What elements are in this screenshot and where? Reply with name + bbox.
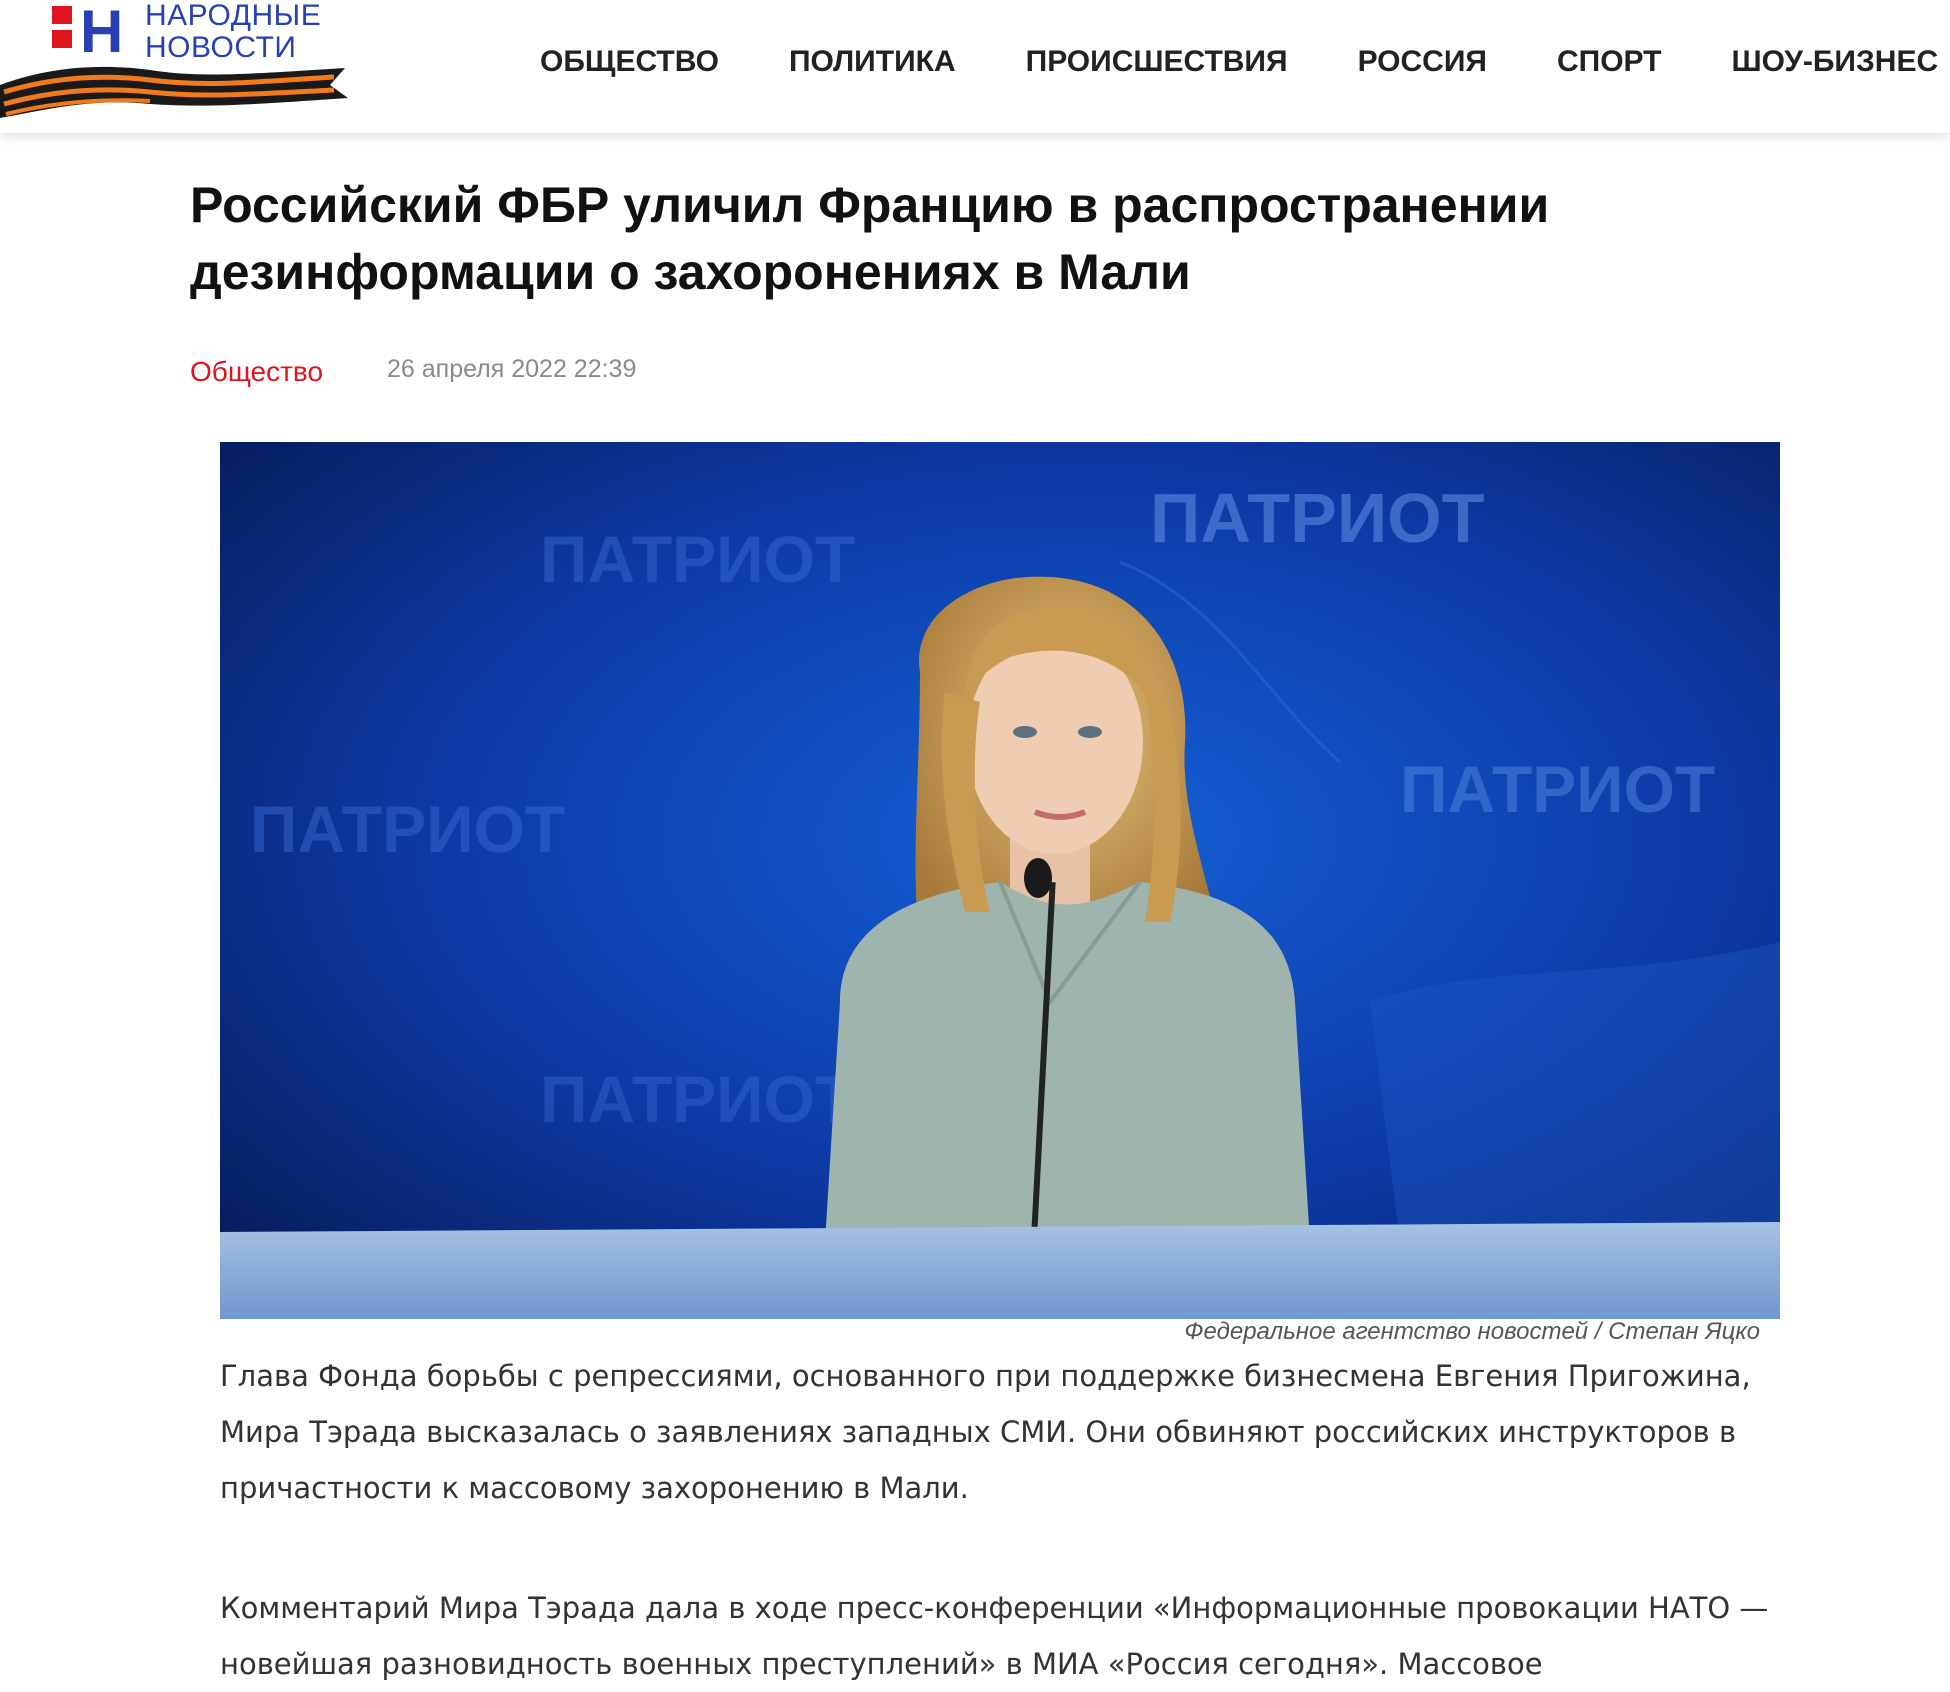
- logo-line-1: НАРОДНЫЕ: [145, 0, 322, 32]
- category-link[interactable]: Общество: [190, 356, 323, 388]
- backdrop-wordmark: ПАТРИОТ: [1400, 752, 1715, 826]
- nav-item-shou-biznes[interactable]: ШОУ-БИЗНЕС: [1731, 45, 1938, 79]
- site-header: Н НАРОДНЫЕ НОВОСТИ ОБЩЕСТВО ПОЛИТИКА ПРО…: [0, 0, 1950, 133]
- site-logo[interactable]: Н НАРОДНЫЕ НОВОСТИ: [0, 0, 360, 130]
- main-nav: ОБЩЕСТВО ПОЛИТИКА ПРОИСШЕСТВИЯ РОССИЯ СП…: [540, 45, 1938, 79]
- nav-item-proisshestviya[interactable]: ПРОИСШЕСТВИЯ: [1026, 45, 1288, 79]
- nav-item-rossiya[interactable]: РОССИЯ: [1358, 45, 1487, 79]
- article-title-line-2: дезинформации о захоронениях в Мали: [190, 244, 1191, 300]
- publish-date: 26 апреля 2022 22:39: [387, 355, 637, 383]
- nav-item-sport[interactable]: СПОРТ: [1557, 45, 1662, 79]
- photo-illustration: ПАТРИОТ ПАТРИОТ ПАТРИОТ ПАТРИОТ ПАТРИОТ: [220, 442, 1780, 1319]
- article-title: Российский ФБР уличил Францию в распрост…: [190, 172, 1590, 306]
- logo-text: НАРОДНЫЕ НОВОСТИ: [145, 0, 321, 64]
- logo-letter: Н: [80, 0, 123, 65]
- nav-item-obshchestvo[interactable]: ОБЩЕСТВО: [540, 45, 719, 79]
- backdrop-wordmark: ПАТРИОТ: [1150, 479, 1484, 557]
- nav-item-politika[interactable]: ПОЛИТИКА: [789, 45, 956, 79]
- photo-caption: Федеральное агентство новостей / Степан …: [1184, 1318, 1760, 1345]
- article-photo: ПАТРИОТ ПАТРИОТ ПАТРИОТ ПАТРИОТ ПАТРИОТ: [220, 442, 1780, 1319]
- article-paragraph: Глава Фонда борьбы с репрессиями, основа…: [220, 1359, 1751, 1505]
- logo-line-2: НОВОСТИ: [145, 31, 297, 64]
- backdrop-wordmark: ПАТРИОТ: [250, 792, 565, 866]
- backdrop-wordmark: ПАТРИОТ: [540, 522, 855, 596]
- article-paragraph: Комментарий Мира Тэрада дала в ходе прес…: [220, 1591, 1769, 1681]
- backdrop-wordmark: ПАТРИОТ: [540, 1062, 855, 1136]
- article-title-line-1: Российский ФБР уличил Францию в распрост…: [190, 177, 1550, 233]
